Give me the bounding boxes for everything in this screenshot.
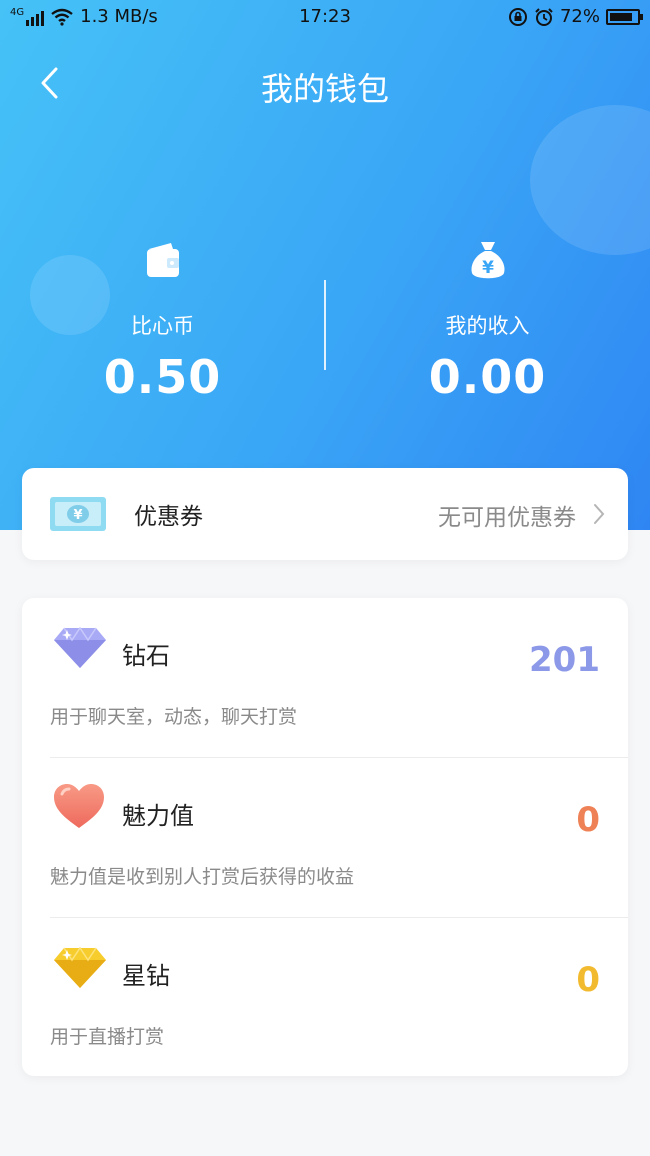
svg-text:¥: ¥ [482, 258, 494, 278]
asset-value: 0 [576, 800, 600, 840]
decor-bubble [530, 105, 650, 255]
coin-balance[interactable]: 比心币 0.50 [0, 240, 325, 404]
battery-percent: 72% [559, 6, 600, 27]
asset-desc: 用于聊天室，动态，聊天打赏 [50, 706, 298, 728]
coupon-status: 无可用优惠券 [438, 505, 576, 531]
alarm-icon [535, 7, 553, 26]
money-bag-icon: ¥ [471, 242, 504, 279]
purple-diamond-icon [54, 626, 106, 668]
coin-label: 比心币 [131, 314, 194, 338]
asset-name: 钻石 [122, 642, 170, 670]
asset-name: 星钻 [122, 962, 170, 990]
rotation-lock-icon [508, 7, 527, 26]
coupon-row[interactable]: ¥ 优惠券 无可用优惠券 [22, 468, 628, 560]
coin-value: 0.50 [103, 350, 222, 404]
income-balance[interactable]: ¥ 我的收入 0.00 [325, 240, 650, 404]
wallet-icon [146, 243, 179, 277]
coupon-label: 优惠券 [134, 504, 203, 530]
chevron-right-icon [594, 504, 605, 524]
status-bar: 4G 1.3 MB/s 17:23 72% [0, 0, 650, 36]
asset-value: 0 [576, 960, 600, 1000]
nav-bar: 我的钱包 [0, 50, 650, 114]
heart-icon [54, 784, 104, 828]
asset-name: 魅力值 [122, 802, 194, 830]
asset-desc: 魅力值是收到别人打赏后获得的收益 [50, 866, 355, 888]
gold-diamond-icon [54, 946, 106, 988]
battery-icon [606, 8, 643, 25]
svg-text:¥: ¥ [73, 508, 82, 523]
asset-value: 201 [529, 640, 600, 680]
income-value: 0.00 [428, 350, 547, 404]
banknote-icon: ¥ [50, 497, 106, 531]
income-label: 我的收入 [445, 314, 530, 338]
wallet-header: 4G 1.3 MB/s 17:23 72% 我的钱包 比心币 0.50 ¥ 我的… [0, 0, 650, 530]
asset-desc: 用于直播打赏 [50, 1026, 165, 1048]
assets-list: 钻石 201 用于聊天室，动态，聊天打赏 魅力值 0 魅力值是收到别人打赏后获得… [22, 598, 628, 1076]
list-item-charm[interactable]: 魅力值 0 魅力值是收到别人打赏后获得的收益 [22, 758, 628, 918]
page-title: 我的钱包 [260, 70, 389, 108]
list-item-star-diamond[interactable]: 星钻 0 用于直播打赏 [22, 918, 628, 1078]
list-item-diamond[interactable]: 钻石 201 用于聊天室，动态，聊天打赏 [22, 598, 628, 758]
